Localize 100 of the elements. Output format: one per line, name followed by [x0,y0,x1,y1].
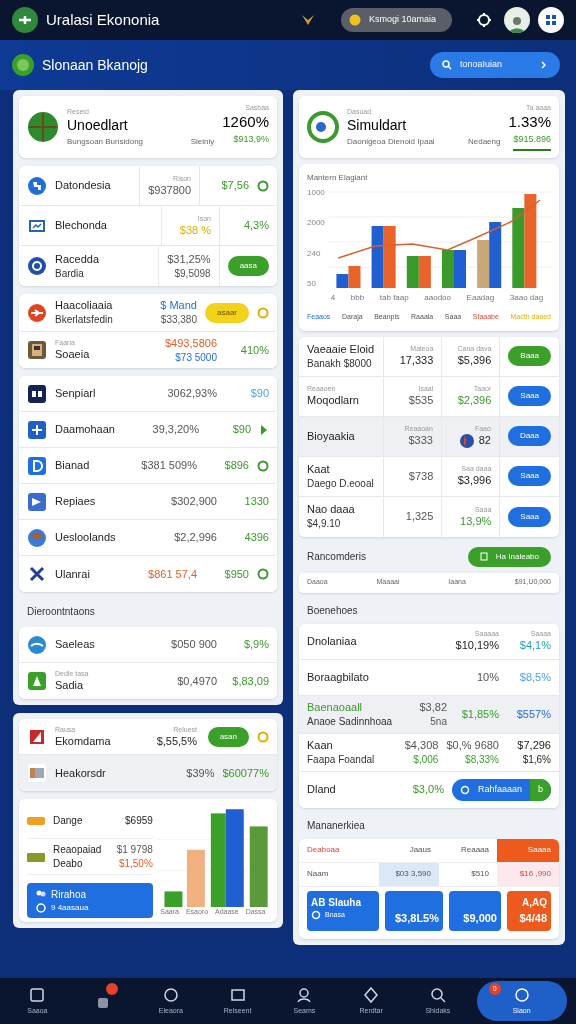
card-title: Rirahoa [51,888,87,902]
cell-value: $333 [408,433,433,448]
cell-value: 39,3,20% [152,422,199,437]
card-title: Unoedlart [67,115,129,134]
row-label: Soaeia [55,347,91,362]
cell-value: $0,4970 [177,673,217,689]
row-sublabel: $4,9.10 [307,517,342,531]
cell-value: $39% [186,765,215,781]
cell-value: $050 900 [171,637,217,652]
status-pill[interactable]: Ksmogi 10amaia [340,8,452,32]
row-label: Heakorsdr [55,765,107,781]
bar [476,240,489,288]
split-button[interactable]: Rahfaaaan b [451,778,551,801]
cell-value: $,83,09 [232,673,269,689]
pill-label: Ksmogi 10amaia [368,13,437,27]
button-label: tonoaIuian [460,58,504,72]
cell-value: 4,3% [243,218,269,233]
document-icon [479,552,488,561]
row-label: Datondesia [55,178,112,193]
row-sublabel: Daego D.eooal [307,476,375,491]
value-text: 1.33% [508,112,551,132]
cell-value: $7,296 [517,737,551,753]
row-label: Haacoliaaia [55,298,114,313]
cell-value: 13,9% [460,513,492,529]
row-label: Senpiarl [55,386,97,401]
bar [371,226,384,288]
cell-value: 3062,93% [167,386,217,401]
tile-value: $3,8L5% [394,911,439,926]
apps-icon [545,14,557,26]
person-icon [295,985,314,1004]
cell-value: $73 5000 [175,350,217,365]
change-value: $913,9% [233,133,269,147]
bar [406,256,419,288]
status-button[interactable]: Saaa [508,466,551,486]
apps-button[interactable] [538,7,564,33]
cell-value: $6959 [125,813,153,828]
action-button[interactable]: Ha Inaleabo [467,546,551,567]
row-sublabel: Bardia [55,266,85,281]
cell-value: 1,325 [405,509,434,524]
axis-category-label: Eaadag [466,292,495,304]
table-cell: $03 3,590 [379,862,439,886]
row-label: Blechonda [55,218,108,233]
button-label: Rahfaaaan [476,782,523,796]
cell-value: $302,900 [171,494,217,509]
tile-title: A,AQ [522,895,547,910]
section-title: Mananerkiea [306,818,366,833]
search-button[interactable]: tonoaIuian [430,52,560,78]
search-icon [442,60,452,70]
row-sublabel: Deabo [53,856,84,871]
status-button[interactable]: Baaa [508,346,551,366]
cell-value: $1,85% [461,706,499,722]
row-label: Uesloolands [55,530,117,545]
cell-value: $381 509% [141,458,197,473]
cell-value: 17,333 [399,353,434,368]
row-label: Ekomdama [55,733,112,749]
cell-value: $31,25% [167,251,211,267]
cell-value: $3,82 [419,699,447,715]
cell-value: $,55,5% [156,733,197,749]
status-button[interactable]: asan [207,726,249,747]
status-button[interactable]: Daaa [507,426,551,446]
cell-value: $4,308 [404,737,439,753]
status-button[interactable]: Saaa [508,506,551,527]
bar [441,250,454,288]
axis-category-label: 3aao dag [509,292,544,304]
cell-value: $9,5098 [174,266,211,281]
status-button[interactable]: aasa [227,256,269,276]
row-label: Dland [307,782,337,797]
cell-value: $738 [408,468,434,484]
cell-value: $,9% [243,637,269,652]
app-title: Uralasi Ekononia [46,9,161,30]
cell-value: 10% [476,669,499,685]
cell-value: $ Mand [160,298,197,313]
cell-value: $10,19% [455,638,499,653]
row-label: Bioyaakia [307,428,356,444]
avatar[interactable] [504,7,530,33]
cell-value: $2,2,996 [174,530,217,545]
axis-category-label: bbb [350,292,365,304]
row-sublabel: Faapa Foandal [307,752,376,767]
plus-logo-icon [12,7,38,33]
button-end[interactable]: b [530,778,551,801]
status-button[interactable]: Saaa [508,386,551,406]
row-label: Ulanrai [55,566,91,582]
card-meta: Nedaeng [467,135,501,148]
card-subtitle: Daonigeoa Dienoid Ipaai [347,135,435,148]
cell-value: $90 [232,422,251,437]
cell-value: 1330 [244,494,269,509]
cell-value: 410% [240,342,269,358]
status-button[interactable]: asaar [205,302,249,323]
axis-tick-label: 1000 [307,188,325,197]
diamond-icon [362,985,381,1004]
row-label: Racedda [55,251,101,267]
row-label: Vaeaaie Eloid [307,341,376,357]
cell-value: $4,1% [519,638,551,653]
section-title: Rancomderis [307,550,366,564]
card-meta: Sieiniy [190,135,215,148]
coin-icon [348,14,361,26]
cell-value: $1,50% [118,856,153,871]
cell-value: $90 [250,386,269,401]
person-silhouette-icon [508,15,526,33]
button-label: Ha Inaleabo [495,550,539,563]
